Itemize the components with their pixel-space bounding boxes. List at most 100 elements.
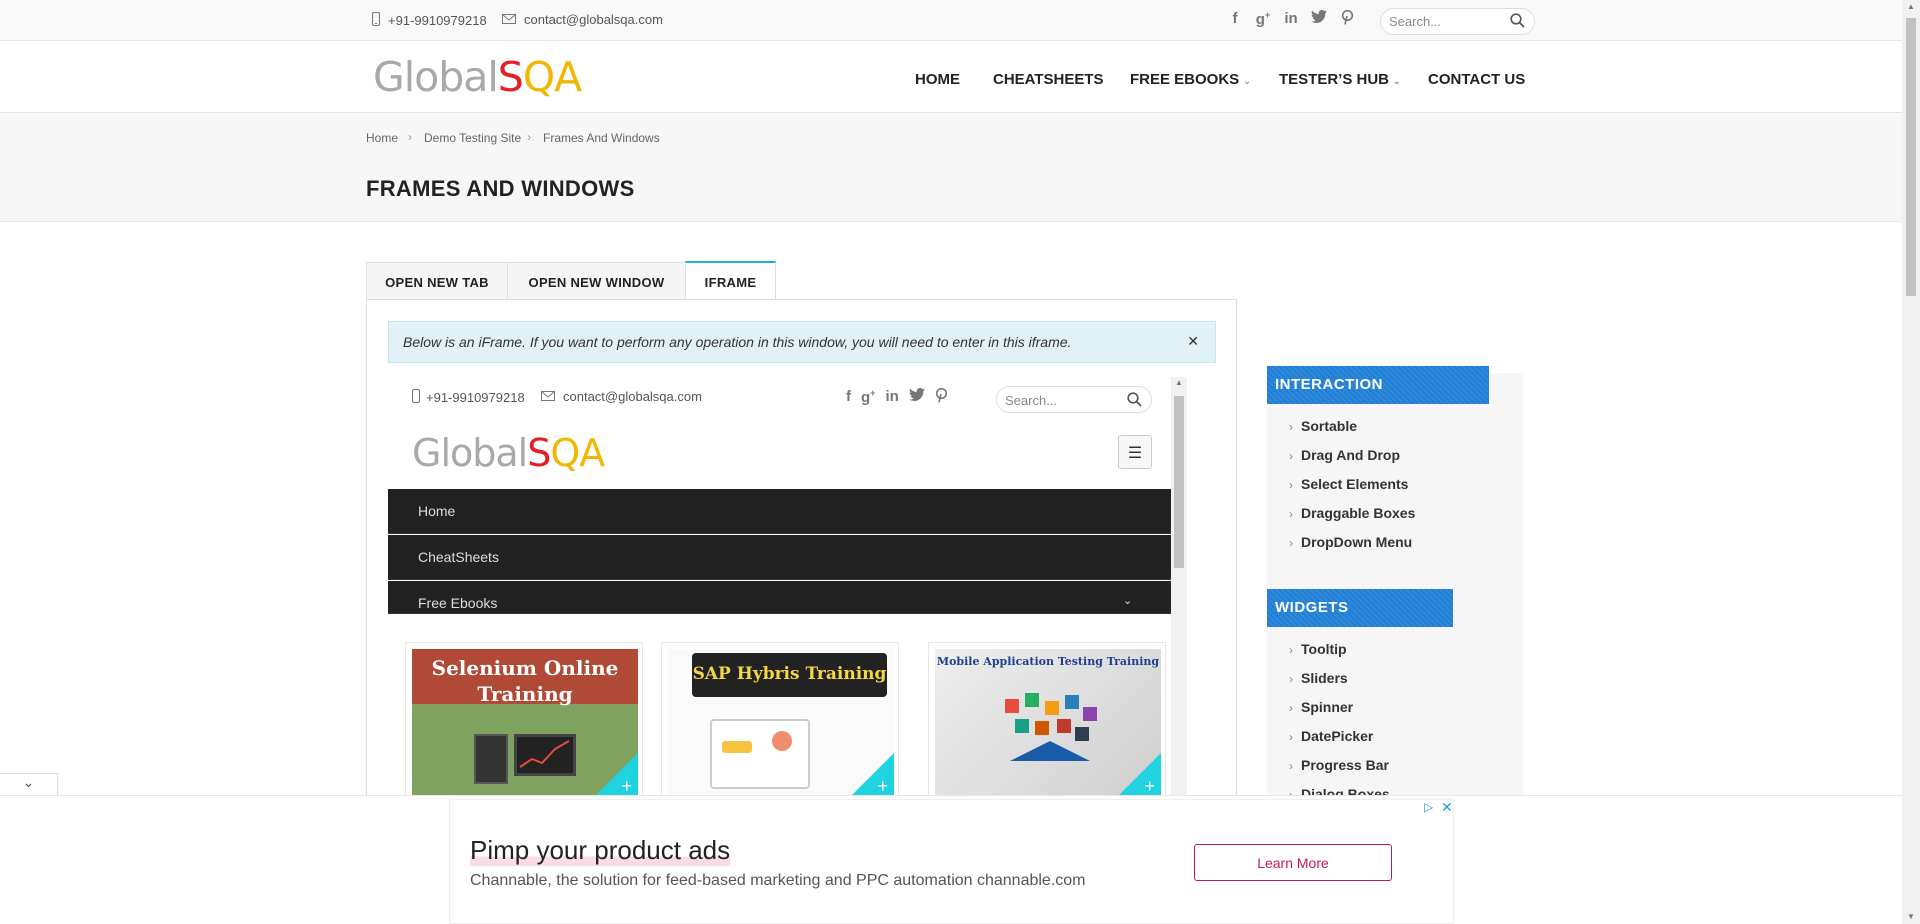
sidebar-item-draggable-boxes[interactable]: › Draggable Boxes: [1289, 505, 1415, 521]
nav-free-ebooks[interactable]: FREE EBOOKS ⌄: [1130, 71, 1251, 88]
sidebar-item-progress-bar[interactable]: › Progress Bar: [1289, 757, 1389, 773]
twitter-icon[interactable]: [908, 387, 925, 407]
sidebar-item-sortable[interactable]: › Sortable: [1289, 418, 1357, 434]
tab-iframe[interactable]: IFRAME: [685, 261, 776, 300]
demo-iframe[interactable]: +91-9910979218 contact@globalsqa.com f g…: [388, 377, 1188, 800]
mail-icon: [541, 389, 555, 404]
nav-free-ebooks-label: FREE EBOOKS: [1130, 71, 1240, 88]
app-icons-cloud: [995, 689, 1105, 769]
iframe-logo[interactable]: GlobalSQA: [412, 431, 605, 475]
phone-icon: [412, 389, 420, 406]
nav-contact-us[interactable]: CONTACT US: [1428, 71, 1525, 88]
nav-home[interactable]: HOME: [915, 71, 960, 88]
plus-icon[interactable]: +: [621, 776, 632, 797]
search-icon[interactable]: [1510, 13, 1525, 31]
course-card-sap-hybris[interactable]: SAP Hybris Training +: [661, 642, 899, 800]
mobile-testing-title: Mobile Application Testing Training: [936, 655, 1160, 668]
sidebar-heading-interaction: INTERACTION: [1267, 366, 1489, 404]
email-contact[interactable]: contact@globalsqa.com: [502, 12, 663, 27]
sidebar-item-tooltip[interactable]: › Tooltip: [1289, 641, 1347, 657]
sidebar-item-label: Select Elements: [1301, 476, 1409, 492]
sidebar-item-spinner[interactable]: › Spinner: [1289, 699, 1353, 715]
iframe-menu-free-ebooks[interactable]: Free Ebooks ⌄: [388, 581, 1171, 614]
selenium-training-image: Selenium Online Training +: [412, 649, 638, 799]
sidebar-item-label: Progress Bar: [1301, 757, 1389, 773]
close-icon[interactable]: ✕: [1441, 799, 1453, 816]
logo-text-s: S: [527, 431, 551, 475]
chevron-right-icon: ›: [1289, 759, 1293, 773]
chevron-right-icon: ›: [1289, 420, 1293, 434]
google-plus-icon[interactable]: g+: [861, 388, 875, 407]
scroll-up-icon[interactable]: ▲: [1907, 2, 1915, 11]
ad-learn-more-button[interactable]: Learn More: [1194, 844, 1392, 881]
facebook-icon[interactable]: f: [846, 388, 851, 407]
top-search-input[interactable]: Search...: [1380, 8, 1535, 35]
nav-cheatsheets[interactable]: CHEATSHEETS: [993, 71, 1104, 88]
google-plus-icon[interactable]: g+: [1254, 10, 1272, 29]
scroll-down-icon[interactable]: ▼: [1907, 912, 1915, 921]
iframe-scrollbar-thumb[interactable]: [1174, 396, 1184, 568]
selenium-title-line1: Selenium Online: [431, 656, 619, 680]
chevron-right-icon: ›: [1289, 478, 1293, 492]
sidebar-item-drag-and-drop[interactable]: › Drag And Drop: [1289, 447, 1400, 463]
course-card-mobile-testing[interactable]: Mobile Application Testing Training +: [928, 642, 1166, 800]
email-address[interactable]: contact@globalsqa.com: [524, 12, 663, 27]
pinterest-icon[interactable]: [1338, 9, 1356, 29]
twitter-icon[interactable]: [1310, 9, 1328, 29]
breadcrumb-current: Frames And Windows: [543, 131, 660, 145]
adchoices-icon[interactable]: ▷: [1424, 800, 1433, 814]
logo-text-qa: QA: [550, 431, 605, 475]
sidebar-item-sliders[interactable]: › Sliders: [1289, 670, 1348, 686]
scroll-up-icon[interactable]: ▲: [1175, 378, 1183, 387]
info-alert: Below is an iFrame. If you want to perfo…: [388, 321, 1216, 363]
nav-testers-hub-label: TESTER’S HUB: [1279, 71, 1390, 88]
site-logo[interactable]: GlobalSQA: [373, 53, 582, 101]
sidebar-item-datepicker[interactable]: › DatePicker: [1289, 728, 1373, 744]
chevron-down-icon[interactable]: ⌄: [1123, 594, 1132, 607]
page-scrollbar-thumb[interactable]: [1906, 18, 1916, 296]
linkedin-icon[interactable]: in: [885, 388, 898, 407]
iframe-email-contact[interactable]: contact@globalsqa.com: [541, 389, 702, 404]
collapse-ad-button[interactable]: ⌄: [0, 773, 58, 795]
sidebar-item-label: DatePicker: [1301, 728, 1374, 744]
sidebar-item-select-elements[interactable]: › Select Elements: [1289, 476, 1408, 492]
chevron-down-icon: ⌄: [1393, 76, 1401, 86]
breadcrumb-demo[interactable]: Demo Testing Site: [424, 131, 521, 145]
phone-icon: [372, 12, 380, 29]
title-area: Home › Demo Testing Site › Frames And Wi…: [0, 114, 1902, 222]
sidebar-heading-widgets: WIDGETS: [1267, 589, 1453, 627]
iframe-search-input[interactable]: Search...: [996, 386, 1152, 413]
close-icon[interactable]: ✕: [1187, 333, 1199, 350]
tab-open-new-window[interactable]: OPEN NEW WINDOW: [507, 262, 686, 300]
chevron-right-icon: ›: [1289, 643, 1293, 657]
social-links: f g+ in: [1226, 9, 1356, 29]
phone-contact: +91-9910979218: [372, 12, 487, 29]
plus-icon[interactable]: +: [877, 776, 888, 797]
iframe-phone: +91-9910979218: [426, 390, 525, 405]
iframe-email[interactable]: contact@globalsqa.com: [563, 389, 702, 404]
facebook-icon[interactable]: f: [1226, 10, 1244, 29]
plus-icon[interactable]: +: [1144, 776, 1155, 797]
course-card-selenium[interactable]: Selenium Online Training +: [405, 642, 643, 800]
ad-title[interactable]: Pimp your product ads: [470, 835, 731, 866]
ad-text[interactable]: Channable, the solution for feed-based m…: [470, 872, 1086, 890]
linkedin-icon[interactable]: in: [1282, 10, 1300, 29]
hamburger-menu-icon[interactable]: ☰: [1118, 435, 1152, 469]
mail-icon: [502, 12, 516, 27]
nav-testers-hub[interactable]: TESTER’S HUB ⌄: [1279, 71, 1401, 88]
chevron-right-icon: ›: [1289, 449, 1293, 463]
info-text: Below is an iFrame. If you want to perfo…: [403, 334, 1072, 350]
tab-open-new-tab[interactable]: OPEN NEW TAB: [366, 262, 508, 300]
logo-text-global: Global: [412, 431, 528, 475]
pinterest-icon[interactable]: [935, 387, 948, 407]
iframe-menu-cheatsheets[interactable]: CheatSheets: [388, 535, 1171, 580]
chevron-down-icon: ⌄: [22, 774, 35, 790]
chevron-right-icon: ›: [1289, 701, 1293, 715]
breadcrumb-home[interactable]: Home: [366, 131, 398, 145]
phone-number: +91-9910979218: [388, 13, 487, 28]
sidebar-item-dropdown-menu[interactable]: › DropDown Menu: [1289, 534, 1412, 550]
iframe-menu-home[interactable]: Home: [388, 489, 1171, 534]
sidebar-item-label: Tooltip: [1301, 641, 1347, 657]
search-icon[interactable]: [1127, 392, 1142, 410]
page-title: FRAMES AND WINDOWS: [366, 176, 635, 201]
